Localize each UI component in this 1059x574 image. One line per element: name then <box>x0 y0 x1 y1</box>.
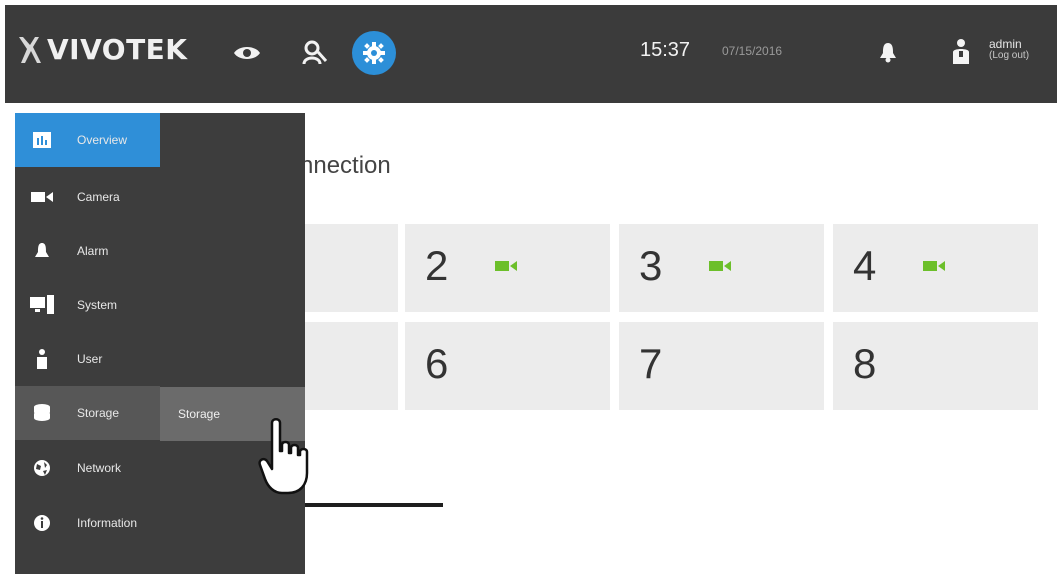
camera-status-icon <box>495 261 517 271</box>
search-person-icon[interactable] <box>293 31 337 75</box>
submenu-item-label: Storage <box>178 407 221 421</box>
sidebar-item-alarm[interactable]: Alarm <box>15 224 160 278</box>
camera-number: 6 <box>425 340 449 387</box>
camera-tile[interactable]: 7 <box>619 322 824 410</box>
sidebar-item-storage[interactable]: Storage <box>15 386 160 440</box>
user-icon[interactable] <box>950 38 972 71</box>
camera-tile[interactable]: 8 <box>833 322 1038 410</box>
clock-date: 07/15/2016 <box>722 44 783 58</box>
sidebar-item-label: Information <box>77 516 138 530</box>
storage-icon <box>29 403 55 423</box>
username: admin <box>989 37 1022 51</box>
network-icon <box>29 458 55 478</box>
camera-tile[interactable]: 6 <box>405 322 610 410</box>
logout-link[interactable]: (Log out) <box>989 50 1029 62</box>
sidebar-item-system[interactable]: System <box>15 278 160 332</box>
sidebar-item-label: Camera <box>77 190 120 204</box>
sidebar-item-label: Network <box>77 461 122 475</box>
overview-icon <box>29 130 55 150</box>
sidebar-item-information[interactable]: Information <box>15 496 160 550</box>
camera-tile[interactable] <box>305 322 398 410</box>
sidebar-item-overview[interactable]: Overview <box>15 113 160 167</box>
camera-status-icon <box>923 261 945 271</box>
sidebar-item-network[interactable]: Network <box>15 441 160 495</box>
underline-divider <box>305 503 443 507</box>
sidebar-item-label: Overview <box>77 133 128 147</box>
camera-status-icon <box>709 261 731 271</box>
camera-tile[interactable]: 4 <box>833 224 1038 312</box>
camera-number: 7 <box>639 340 663 387</box>
user-icon <box>29 349 55 369</box>
clock-time: 15:37 <box>640 39 691 61</box>
camera-tile[interactable]: 3 <box>619 224 824 312</box>
camera-number: 4 <box>853 242 877 289</box>
eye-icon[interactable] <box>225 31 269 75</box>
sidebar-item-camera[interactable]: Camera <box>15 170 160 224</box>
logo-mark-icon <box>19 36 41 63</box>
storage-submenu: Storage <box>160 113 305 574</box>
sidebar-menu: Overview Camera Alarm System User Storag… <box>15 113 160 574</box>
settings-icon[interactable] <box>352 31 396 75</box>
sidebar-item-label: Storage <box>77 406 120 420</box>
bell-icon[interactable] <box>879 41 897 68</box>
sidebar-item-user[interactable]: User <box>15 332 160 386</box>
page-title: nnection <box>300 152 391 179</box>
hand-cursor-icon <box>258 415 314 504</box>
camera-number: 3 <box>639 242 663 289</box>
sidebar-item-label: Alarm <box>77 244 109 258</box>
system-icon <box>29 295 55 315</box>
sidebar-item-label: User <box>77 352 103 366</box>
vivotek-logo[interactable]: VIVOTEK <box>17 33 188 66</box>
sidebar-item-label: System <box>77 298 118 312</box>
account-label[interactable]: admin (Log out) <box>989 38 1029 62</box>
brand-name: VIVOTEK <box>47 33 188 66</box>
alarm-icon <box>29 241 55 261</box>
top-bar: VIVOTEK 15:37 07/15/2016 admin (Log out) <box>5 5 1057 103</box>
camera-tile[interactable] <box>305 224 398 312</box>
camera-icon <box>29 187 55 207</box>
information-icon <box>29 513 55 533</box>
camera-number: 8 <box>853 340 877 387</box>
camera-tile[interactable]: 2 <box>405 224 610 312</box>
camera-number: 2 <box>425 242 449 289</box>
